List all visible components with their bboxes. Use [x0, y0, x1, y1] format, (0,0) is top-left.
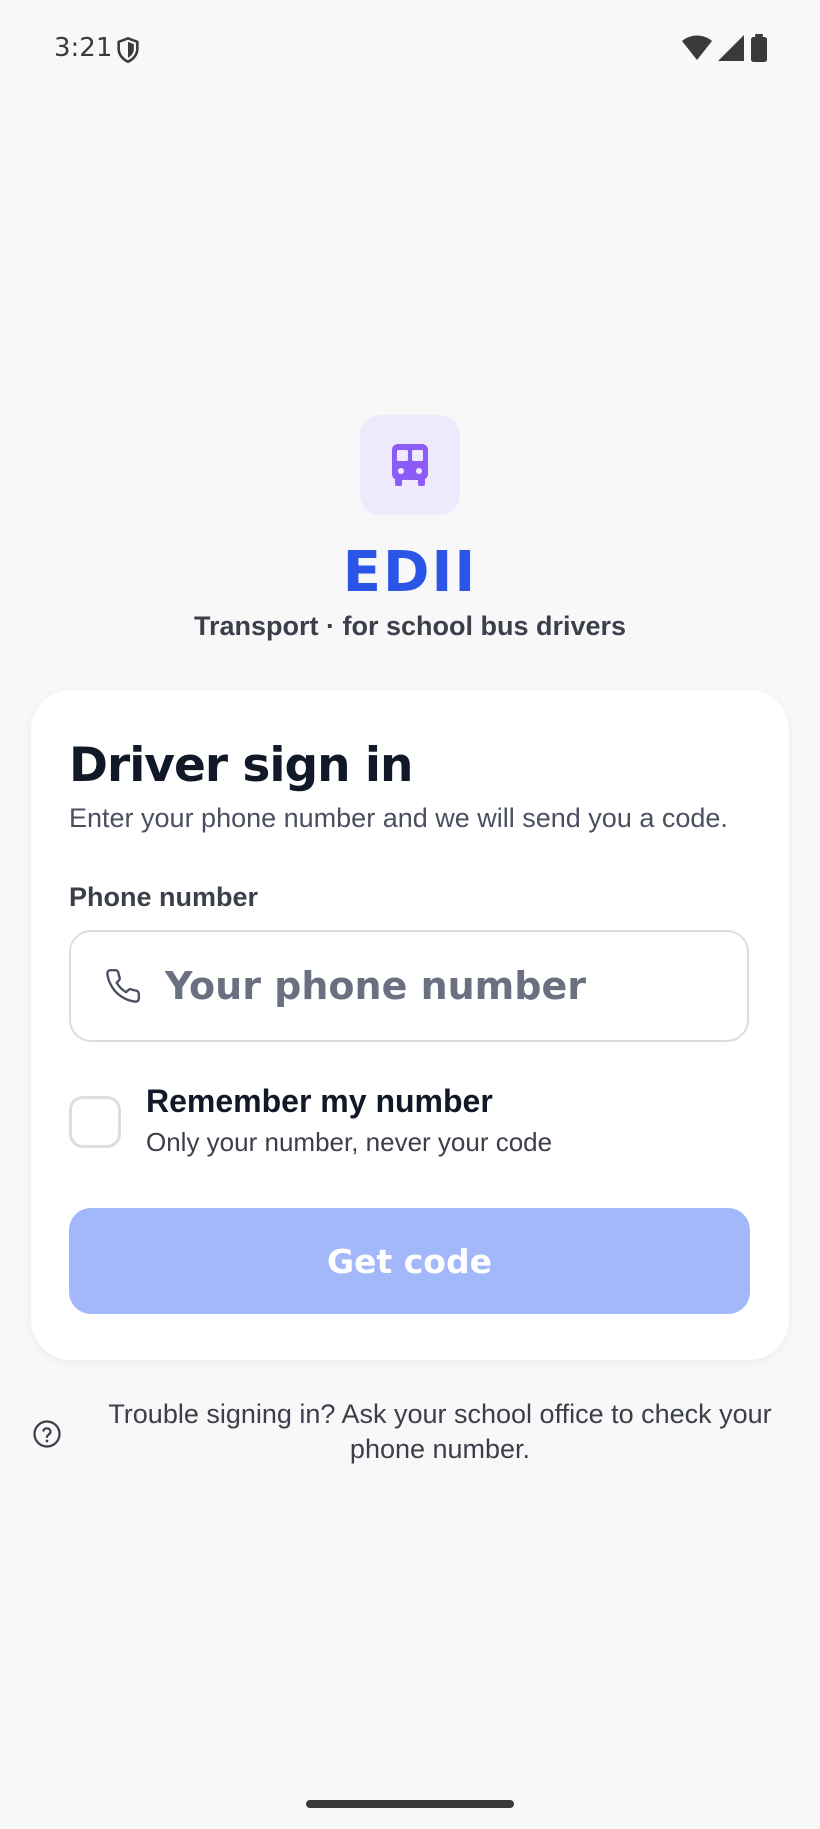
remember-subtitle: Only your number, never your code [146, 1127, 553, 1157]
status-bar: 3:21 [0, 0, 820, 100]
help-icon [33, 1420, 61, 1448]
app-brand: EDII [342, 540, 478, 605]
bus-icon [392, 444, 428, 486]
phone-icon [103, 966, 143, 1006]
get-code-button[interactable]: Get code [69, 1208, 750, 1314]
remember-checkbox[interactable] [69, 1096, 121, 1148]
signin-subtitle: Enter your phone number and we will send… [69, 803, 728, 833]
signal-icon [718, 35, 744, 61]
battery-icon [751, 34, 767, 62]
status-time: 3:21 [54, 33, 113, 63]
status-icons [682, 34, 768, 62]
shield-icon [117, 36, 139, 64]
signin-title: Driver sign in [69, 738, 413, 793]
wifi-icon [682, 35, 712, 60]
signin-card: Driver sign in Enter your phone number a… [31, 690, 789, 1360]
help-text: Trouble signing in? Ask your school offi… [108, 1399, 772, 1464]
phone-field[interactable] [69, 930, 749, 1042]
app-tagline: Transport · for school bus drivers [193, 611, 627, 641]
remember-title[interactable]: Remember my number [146, 1083, 493, 1120]
home-indicator[interactable] [306, 1800, 514, 1808]
app-logo [360, 415, 460, 515]
phone-label: Phone number [69, 882, 259, 912]
phone-input[interactable] [163, 963, 727, 1009]
